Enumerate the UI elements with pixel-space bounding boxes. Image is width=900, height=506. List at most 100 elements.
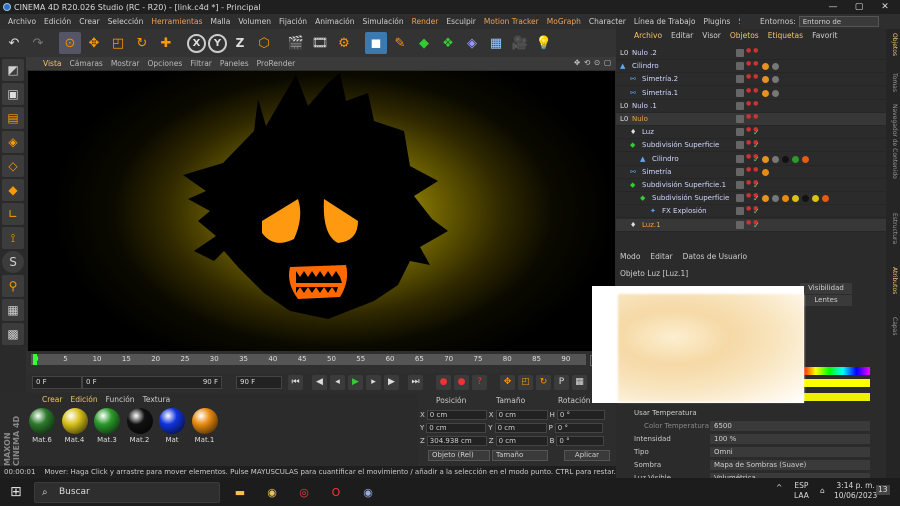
object-tag[interactable] [782,155,789,163]
object-name[interactable]: FX Explosión [662,205,707,218]
material-swatch[interactable]: Mat.3 [93,408,121,444]
workplane-icon[interactable]: ▤ [2,107,24,129]
visibility-dots-icon[interactable]: ● ● [746,87,758,94]
snap-icon[interactable]: S [2,251,24,273]
next-frame-icon[interactable]: ▸ [366,375,381,390]
object-tag[interactable] [802,155,809,163]
size-field[interactable]: 0 cm [494,422,547,433]
material-menu-textura[interactable]: Textura [143,395,171,407]
color-value-bar-2[interactable] [802,393,870,401]
rotation-field[interactable]: 0 ° [556,409,605,420]
layer-checkbox[interactable] [736,88,744,97]
object-name[interactable]: Simetría [642,166,671,179]
grid-icon[interactable]: ▦ [2,299,24,321]
om-menu-visor[interactable]: Visor [702,31,721,43]
layer-checkbox[interactable] [736,141,744,150]
object-row[interactable]: L0 Nulo .2 ● ● [616,47,886,60]
environment-dropdown[interactable]: Entorno de Arranque [798,16,879,36]
viewport-menu-filtrar[interactable]: Filtrar [190,59,212,68]
material-swatch[interactable]: Mat [158,408,186,444]
axis-mode-icon[interactable]: ∟ [2,203,24,225]
subdivision-icon[interactable]: ◆ [413,32,435,54]
color-value-bar[interactable] [802,379,870,387]
material-swatch[interactable]: Mat.2 [126,408,154,444]
menu-animaci-n[interactable]: Animación [311,17,358,26]
coord-mode-dropdown[interactable]: Objeto (Rel) [428,450,490,461]
tray-language[interactable]: ESP LAA [794,481,809,501]
viewport-menu-prorender[interactable]: ProRender [257,59,296,68]
coordinate-icon[interactable]: ⬡ [253,32,275,54]
key-pla-icon[interactable]: ▦ [572,375,587,390]
edges-mode-icon[interactable]: ◇ [2,155,24,177]
am-menu-modo[interactable]: Modo [620,252,640,264]
object-name[interactable]: Cilindro [652,153,679,166]
rotation-field[interactable]: 0 ° [554,422,603,433]
object-tag[interactable] [762,89,769,97]
menu-esculpir[interactable]: Esculpir [442,17,480,26]
tab-visibilidad[interactable]: Visibilidad [800,283,852,294]
tab-lentes[interactable]: Lentes [800,295,852,306]
object-name[interactable]: Subdivisión Superfície [652,192,729,205]
color-spectrum[interactable] [802,367,870,375]
object-name[interactable]: Cilindro [632,60,659,73]
layer-checkbox[interactable] [736,207,744,216]
menu-crear[interactable]: Crear [75,17,103,26]
layer-checkbox[interactable] [736,154,744,163]
autokey-icon[interactable]: ● [454,375,469,390]
redo-icon[interactable]: ↷ [27,32,49,54]
goto-end-icon[interactable]: ⏭ [408,375,423,390]
size-mode-dropdown[interactable]: Tamaño [492,450,548,461]
undo-icon[interactable]: ↶ [3,32,25,54]
enabled-check-icon[interactable]: ✓ [753,153,760,166]
keyframe-selection-icon[interactable]: ? [472,375,487,390]
om-menu-editar[interactable]: Editar [671,31,693,43]
right-tab[interactable]: Navegador de Contenido [888,104,898,179]
size-field[interactable]: 0 cm [495,435,548,446]
menu-archivo[interactable]: Archivo [4,17,40,26]
right-tab[interactable]: Tomas [888,73,898,92]
position-field[interactable]: 0 cm [426,409,487,420]
layer-checkbox[interactable] [736,194,744,203]
attribute-value[interactable]: Mapa de Sombras (Suave) [710,460,870,470]
viewport-menu-mostrar[interactable]: Mostrar [111,59,140,68]
object-tag[interactable] [772,63,779,71]
key-rotation-icon[interactable]: ↻ [536,375,551,390]
cube-icon[interactable]: ◼ [365,32,387,54]
right-tab[interactable]: Atributos [888,267,898,294]
vp-rotate-icon[interactable]: ⟲ [584,58,590,67]
object-row[interactable]: ♦ Luz ● ● ✓ [616,126,886,140]
goto-start-icon[interactable]: ⏮ [288,375,303,390]
floor-icon[interactable]: ▦ [485,32,507,54]
key-param-icon[interactable]: P [554,375,569,390]
prev-frame-icon[interactable]: ◂ [330,375,345,390]
menu-render[interactable]: Render [408,17,443,26]
enabled-check-icon[interactable]: ✓ [753,139,760,152]
y-axis-icon[interactable]: Y [208,33,227,53]
om-menu-archivo[interactable]: Archivo [634,31,662,43]
object-row[interactable]: ◆ Subdivisión Superficie.1 ● ● ✓ [616,179,886,192]
scale-icon[interactable]: ◰ [107,32,129,54]
vp-move-icon[interactable]: ✥ [574,58,580,67]
object-name[interactable]: Luz [642,126,654,139]
right-tab[interactable]: Objetos [888,33,898,56]
key-position-icon[interactable]: ✥ [500,375,515,390]
material-swatch[interactable]: Mat.6 [28,408,56,444]
record-icon[interactable]: ● [436,375,451,390]
render-view-icon[interactable]: 🎬 [285,32,307,54]
array-icon[interactable]: ❖ [437,32,459,54]
visibility-dots-icon[interactable]: ● ● [746,166,758,173]
object-name[interactable]: Simetría.2 [642,73,678,86]
menu-simulaci-n[interactable]: Simulación [359,17,408,26]
viewport-menu-vista[interactable]: Vista [43,59,62,68]
viewport-menu-cámaras[interactable]: Cámaras [70,59,103,68]
layer-checkbox[interactable] [736,49,744,57]
object-tag[interactable] [792,195,799,203]
axis-icon[interactable]: ✚ [155,32,177,54]
viewport-menu-opciones[interactable]: Opciones [148,59,183,68]
menu-plugins[interactable]: Plugins [699,17,734,26]
move-icon[interactable]: ✥ [83,32,105,54]
polygons-mode-icon[interactable]: ◆ [2,179,24,201]
start-frame-field[interactable]: 0 F [32,376,82,389]
menu-volumen[interactable]: Volumen [234,17,275,26]
attribute-value[interactable]: 100 % [710,434,870,444]
